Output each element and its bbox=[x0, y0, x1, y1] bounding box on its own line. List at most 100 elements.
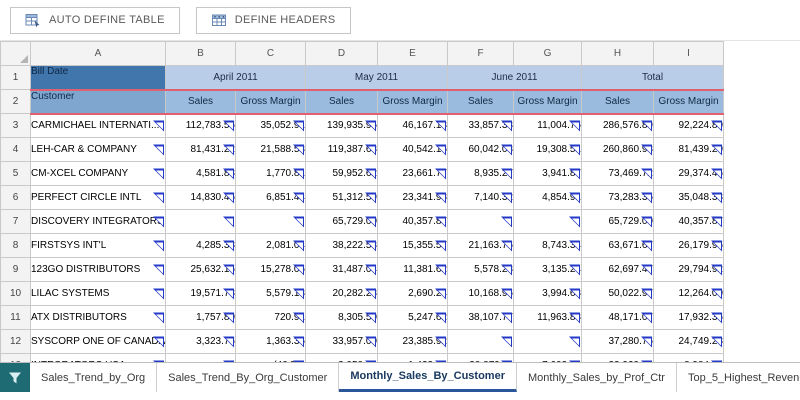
value-cell[interactable] bbox=[514, 210, 582, 234]
sub-header-cell[interactable]: Gross Margin bbox=[236, 90, 306, 114]
value-cell[interactable] bbox=[448, 330, 514, 354]
value-cell[interactable] bbox=[514, 330, 582, 354]
column-header-a[interactable]: A bbox=[31, 42, 166, 66]
value-cell[interactable]: 81,439.20 bbox=[654, 138, 724, 162]
month-group-cell[interactable]: April 2011 bbox=[166, 66, 306, 90]
value-cell[interactable]: 21,163.76 bbox=[448, 234, 514, 258]
column-header-i[interactable]: I bbox=[654, 42, 724, 66]
customer-cell[interactable]: ATX DISTRIBUTORS bbox=[31, 306, 166, 330]
value-cell[interactable]: 15,355.57 bbox=[378, 234, 448, 258]
value-cell[interactable]: 38,222.53 bbox=[306, 234, 378, 258]
sub-header-cell[interactable]: Sales bbox=[448, 90, 514, 114]
value-cell[interactable]: 3,941.87 bbox=[514, 162, 582, 186]
customer-cell[interactable]: CARMICHAEL INTERNATI... bbox=[31, 114, 166, 138]
value-cell[interactable]: 73,283.36 bbox=[582, 186, 654, 210]
value-cell[interactable]: 15,278.06 bbox=[236, 258, 306, 282]
value-cell[interactable]: 260,860.98 bbox=[582, 138, 654, 162]
value-cell[interactable]: 8,305.50 bbox=[306, 306, 378, 330]
value-cell[interactable]: 3,135.24 bbox=[514, 258, 582, 282]
column-header-e[interactable]: E bbox=[378, 42, 448, 66]
value-cell[interactable]: 37,280.76 bbox=[582, 330, 654, 354]
value-cell[interactable]: 29,794.92 bbox=[654, 258, 724, 282]
value-cell[interactable]: 11,963.83 bbox=[514, 306, 582, 330]
row-number[interactable]: 2 bbox=[1, 90, 31, 114]
value-cell[interactable]: 73,469.72 bbox=[582, 162, 654, 186]
value-cell[interactable]: 40,357.87 bbox=[378, 210, 448, 234]
value-cell[interactable]: 3,994.63 bbox=[514, 282, 582, 306]
row-number[interactable]: 12 bbox=[1, 330, 31, 354]
value-cell[interactable]: 12,264.00 bbox=[654, 282, 724, 306]
value-cell[interactable]: 4,581.83 bbox=[166, 162, 236, 186]
value-cell[interactable]: 8,984.72 bbox=[654, 354, 724, 363]
value-cell[interactable]: 1,757.80 bbox=[166, 306, 236, 330]
value-cell[interactable]: 59,952.62 bbox=[306, 162, 378, 186]
customer-cell[interactable]: 123GO DISTRIBUTORS bbox=[31, 258, 166, 282]
value-cell[interactable]: 119,387.68 bbox=[306, 138, 378, 162]
value-cell[interactable]: 7,602.18 bbox=[514, 354, 582, 363]
column-header-c[interactable]: C bbox=[236, 42, 306, 66]
value-cell[interactable]: 23,341.98 bbox=[378, 186, 448, 210]
bill-date-cell[interactable]: Bill Date bbox=[31, 66, 166, 90]
value-cell[interactable]: 6,851.44 bbox=[236, 186, 306, 210]
auto-define-table-button[interactable]: AUTO DEFINE TABLE bbox=[10, 7, 180, 34]
value-cell[interactable]: 1,423.10 bbox=[378, 354, 448, 363]
value-cell[interactable]: 19,308.51 bbox=[514, 138, 582, 162]
row-number[interactable]: 1 bbox=[1, 66, 31, 90]
value-cell[interactable]: 33,957.00 bbox=[306, 330, 378, 354]
row-number[interactable]: 9 bbox=[1, 258, 31, 282]
value-cell[interactable]: 38,107.77 bbox=[448, 306, 514, 330]
column-header-b[interactable]: B bbox=[166, 42, 236, 66]
value-cell[interactable]: (40.56) bbox=[236, 354, 306, 363]
customer-cell[interactable]: INTEGRATORS USA bbox=[31, 354, 166, 363]
sub-header-cell[interactable]: Gross Margin bbox=[654, 90, 724, 114]
value-cell[interactable]: 23,661.77 bbox=[378, 162, 448, 186]
value-cell[interactable]: 8,935.27 bbox=[448, 162, 514, 186]
funnel-icon[interactable] bbox=[0, 363, 30, 392]
column-header-g[interactable]: G bbox=[514, 42, 582, 66]
value-cell[interactable]: 30,879.11 bbox=[448, 354, 514, 363]
customer-cell[interactable]: PERFECT CIRCLE INTL bbox=[31, 186, 166, 210]
month-group-cell[interactable]: Total bbox=[582, 66, 724, 90]
value-cell[interactable]: 7,140.32 bbox=[448, 186, 514, 210]
sub-header-cell[interactable]: Sales bbox=[582, 90, 654, 114]
value-cell[interactable]: 17,932.36 bbox=[654, 306, 724, 330]
row-number[interactable]: 7 bbox=[1, 210, 31, 234]
value-cell[interactable]: 31,487.04 bbox=[306, 258, 378, 282]
month-group-cell[interactable]: June 2011 bbox=[448, 66, 582, 90]
customer-cell[interactable]: SYSCORP ONE OF CANADA bbox=[31, 330, 166, 354]
sheet-tab[interactable]: Monthly_Sales_By_Customer bbox=[339, 363, 517, 392]
value-cell[interactable]: 19,571.73 bbox=[166, 282, 236, 306]
value-cell[interactable] bbox=[166, 354, 236, 363]
column-header-h[interactable]: H bbox=[582, 42, 654, 66]
value-cell[interactable] bbox=[448, 210, 514, 234]
value-cell[interactable]: 40,357.87 bbox=[654, 210, 724, 234]
value-cell[interactable]: 33,857.38 bbox=[448, 114, 514, 138]
value-cell[interactable]: 25,632.15 bbox=[166, 258, 236, 282]
row-number[interactable]: 10 bbox=[1, 282, 31, 306]
value-cell[interactable]: 60,042.08 bbox=[448, 138, 514, 162]
value-cell[interactable]: 63,671.67 bbox=[582, 234, 654, 258]
column-header-d[interactable]: D bbox=[306, 42, 378, 66]
sheet-tab[interactable]: Monthly_Sales_by_Prof_Ctr bbox=[517, 363, 677, 392]
value-cell[interactable]: 2,081.04 bbox=[236, 234, 306, 258]
value-cell[interactable]: 14,830.45 bbox=[166, 186, 236, 210]
customer-cell[interactable]: DISCOVERY INTEGRATORS bbox=[31, 210, 166, 234]
value-cell[interactable]: 51,312.59 bbox=[306, 186, 378, 210]
value-cell[interactable]: 11,004.76 bbox=[514, 114, 582, 138]
value-cell[interactable]: 24,749.28 bbox=[654, 330, 724, 354]
sheet-tab[interactable]: Sales_Trend_By_Org_Customer bbox=[157, 363, 339, 392]
customer-cell[interactable]: CM-XCEL COMPANY bbox=[31, 162, 166, 186]
value-cell[interactable]: 92,224.80 bbox=[654, 114, 724, 138]
sheet-tab[interactable]: Top_5_Highest_Revenue_Items bbox=[677, 363, 800, 392]
value-cell[interactable]: 3,323.76 bbox=[166, 330, 236, 354]
sub-header-cell[interactable]: Gross Margin bbox=[514, 90, 582, 114]
row-number[interactable]: 8 bbox=[1, 234, 31, 258]
value-cell[interactable]: 5,247.62 bbox=[378, 306, 448, 330]
value-cell[interactable]: 2,690.24 bbox=[378, 282, 448, 306]
value-cell[interactable]: 286,576.89 bbox=[582, 114, 654, 138]
value-cell[interactable] bbox=[166, 210, 236, 234]
value-cell[interactable]: 5,579.13 bbox=[236, 282, 306, 306]
row-number[interactable]: 3 bbox=[1, 114, 31, 138]
value-cell[interactable]: 33,929.43 bbox=[582, 354, 654, 363]
value-cell[interactable]: 8,743.34 bbox=[514, 234, 582, 258]
